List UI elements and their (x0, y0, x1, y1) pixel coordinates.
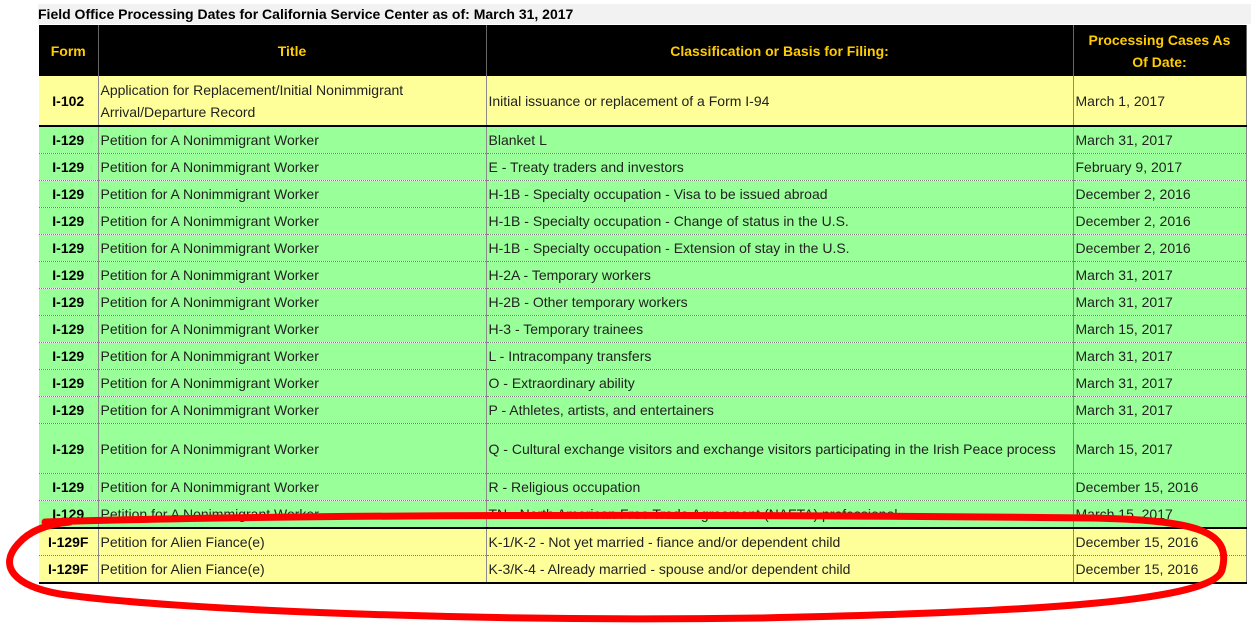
header-form: Form (39, 25, 99, 76)
date-cell: December 2, 2016 (1073, 180, 1247, 208)
table-row: I-129 Petition for A Nonimmigrant Worker… (39, 423, 1247, 474)
date-cell: March 31, 2017 (1073, 288, 1247, 316)
title-cell: Petition for A Nonimmigrant Worker (98, 315, 487, 343)
date-cell: March 1, 2017 (1073, 76, 1247, 127)
classification-cell: H-2A - Temporary workers (486, 261, 1074, 289)
form-cell: I-129 (39, 207, 99, 235)
title-cell: Petition for A Nonimmigrant Worker (98, 473, 487, 501)
table-row: I-129F Petition for Alien Fiance(e) K-3/… (39, 555, 1247, 584)
date-cell: March 31, 2017 (1073, 396, 1247, 424)
date-cell: March 31, 2017 (1073, 261, 1247, 289)
classification-cell: H-1B - Specialty occupation - Change of … (486, 207, 1074, 235)
header-classification: Classification or Basis for Filing: (486, 25, 1074, 76)
date-cell: February 9, 2017 (1073, 153, 1247, 181)
processing-dates-table: Form Title Classification or Basis for F… (39, 25, 1247, 584)
form-cell: I-129 (39, 369, 99, 397)
header-date-line2: Of Date: (1132, 53, 1187, 70)
title-cell: Petition for Alien Fiance(e) (98, 527, 487, 556)
title-cell: Petition for A Nonimmigrant Worker (98, 180, 487, 208)
classification-cell: H-2B - Other temporary workers (486, 288, 1074, 316)
classification-cell: H-3 - Temporary trainees (486, 315, 1074, 343)
classification-cell: K-1/K-2 - Not yet married - fiance and/o… (486, 527, 1074, 556)
title-cell: Petition for A Nonimmigrant Worker (98, 500, 487, 529)
title-cell: Petition for Alien Fiance(e) (98, 555, 487, 584)
date-cell: March 15, 2017 (1073, 500, 1247, 529)
title-cell: Petition for A Nonimmigrant Worker (98, 234, 487, 262)
header-row: Form Title Classification or Basis for F… (39, 25, 1247, 76)
form-cell: I-129 (39, 396, 99, 424)
table-row: I-102 Application for Replacement/Initia… (39, 76, 1247, 127)
classification-cell: Initial issuance or replacement of a For… (486, 76, 1074, 127)
title-cell: Petition for A Nonimmigrant Worker (98, 261, 487, 289)
form-cell: I-129 (39, 234, 99, 262)
form-cell: I-129 (39, 315, 99, 343)
classification-cell: TN - North American Free Trade Agreement… (486, 500, 1074, 529)
form-cell: I-129 (39, 180, 99, 208)
date-cell: December 15, 2016 (1073, 527, 1247, 556)
classification-cell: Blanket L (486, 125, 1074, 154)
classification-cell: P - Athletes, artists, and entertainers (486, 396, 1074, 424)
table-row: I-129 Petition for A Nonimmigrant Worker… (39, 261, 1247, 289)
form-cell: I-129 (39, 125, 99, 154)
table-row: I-129 Petition for A Nonimmigrant Worker… (39, 396, 1247, 424)
date-cell: December 2, 2016 (1073, 207, 1247, 235)
title-cell: Petition for A Nonimmigrant Worker (98, 396, 487, 424)
table-row: I-129 Petition for A Nonimmigrant Worker… (39, 207, 1247, 235)
table-row: I-129 Petition for A Nonimmigrant Worker… (39, 234, 1247, 262)
title-cell: Application for Replacement/Initial Noni… (98, 76, 487, 127)
title-cell: Petition for A Nonimmigrant Worker (98, 342, 487, 370)
classification-cell: R - Religious occupation (486, 473, 1074, 501)
table-row: I-129 Petition for A Nonimmigrant Worker… (39, 473, 1247, 501)
form-cell: I-129 (39, 342, 99, 370)
date-cell: March 31, 2017 (1073, 342, 1247, 370)
form-cell: I-129 (39, 500, 99, 529)
date-cell: March 15, 2017 (1073, 315, 1247, 343)
table-row: I-129 Petition for A Nonimmigrant Worker… (39, 180, 1247, 208)
table-row: I-129 Petition for A Nonimmigrant Worker… (39, 342, 1247, 370)
table-row: I-129 Petition for A Nonimmigrant Worker… (39, 315, 1247, 343)
classification-cell: Q - Cultural exchange visitors and excha… (486, 423, 1074, 474)
classification-cell: E - Treaty traders and investors (486, 153, 1074, 181)
header-title: Title (98, 25, 487, 76)
classification-cell: K-3/K-4 - Already married - spouse and/o… (486, 555, 1074, 584)
classification-cell: O - Extraordinary ability (486, 369, 1074, 397)
header-date-line1: Processing Cases As (1088, 31, 1231, 48)
title-cell: Petition for A Nonimmigrant Worker (98, 125, 487, 154)
date-cell: December 15, 2016 (1073, 555, 1247, 584)
form-cell: I-129 (39, 153, 99, 181)
classification-cell: L - Intracompany transfers (486, 342, 1074, 370)
date-cell: December 2, 2016 (1073, 234, 1247, 262)
table-caption: Field Office Processing Dates for Califo… (38, 4, 1251, 24)
header-processing-date: Processing Cases As Of Date: (1073, 25, 1247, 76)
table-row: I-129F Petition for Alien Fiance(e) K-1/… (39, 527, 1247, 556)
title-cell: Petition for A Nonimmigrant Worker (98, 153, 487, 181)
date-cell: March 31, 2017 (1073, 125, 1247, 154)
date-cell: December 15, 2016 (1073, 473, 1247, 501)
form-cell: I-129 (39, 288, 99, 316)
form-cell: I-129F (39, 555, 99, 584)
form-cell: I-129 (39, 423, 99, 474)
date-cell: March 15, 2017 (1073, 423, 1247, 474)
title-cell: Petition for A Nonimmigrant Worker (98, 207, 487, 235)
title-cell: Petition for A Nonimmigrant Worker (98, 423, 487, 474)
title-cell: Petition for A Nonimmigrant Worker (98, 288, 487, 316)
table-row: I-129 Petition for A Nonimmigrant Worker… (39, 288, 1247, 316)
table-row: I-129 Petition for A Nonimmigrant Worker… (39, 369, 1247, 397)
form-cell: I-129F (39, 527, 99, 556)
form-cell: I-129 (39, 473, 99, 501)
table-row: I-129 Petition for A Nonimmigrant Worker… (39, 125, 1247, 154)
table-row: I-129 Petition for A Nonimmigrant Worker… (39, 500, 1247, 529)
date-cell: March 31, 2017 (1073, 369, 1247, 397)
table-row: I-129 Petition for A Nonimmigrant Worker… (39, 153, 1247, 181)
classification-cell: H-1B - Specialty occupation - Visa to be… (486, 180, 1074, 208)
form-cell: I-102 (39, 76, 99, 127)
title-cell: Petition for A Nonimmigrant Worker (98, 369, 487, 397)
classification-cell: H-1B - Specialty occupation - Extension … (486, 234, 1074, 262)
form-cell: I-129 (39, 261, 99, 289)
